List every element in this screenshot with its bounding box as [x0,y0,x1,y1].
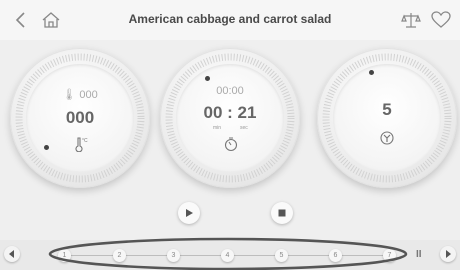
annotation-ellipse [48,237,408,270]
